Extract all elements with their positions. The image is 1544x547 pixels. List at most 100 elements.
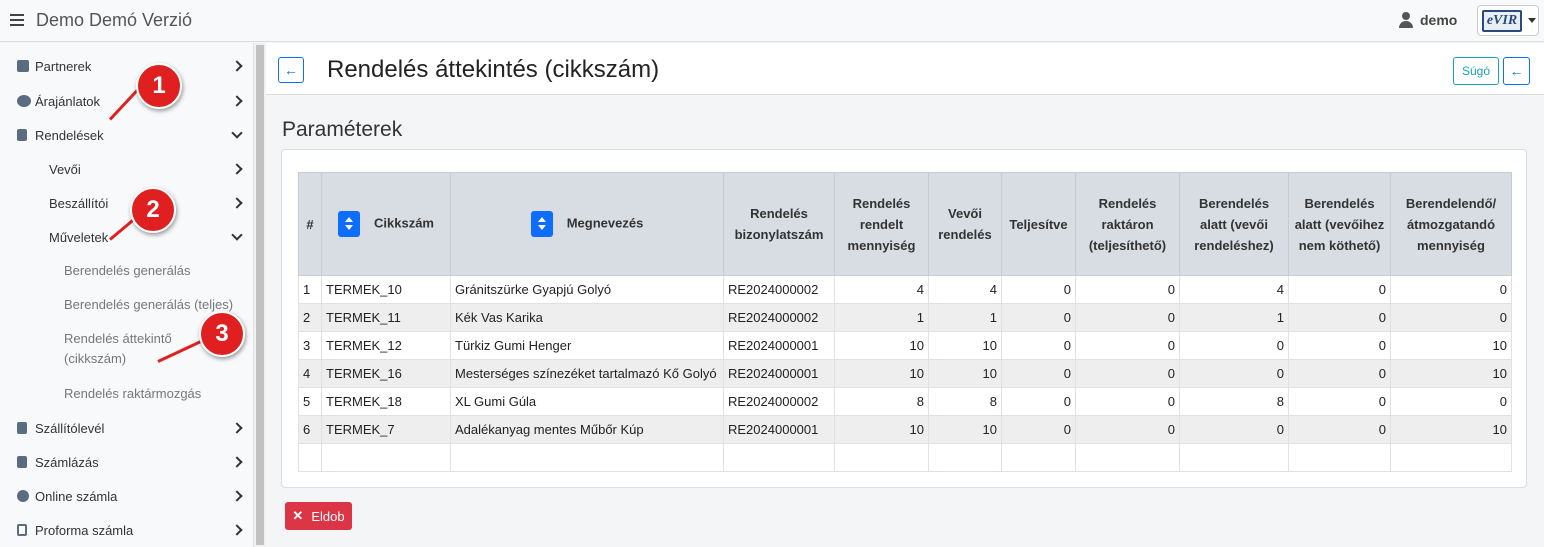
sidebar-item-online-szamla[interactable]: Online számla xyxy=(0,481,253,511)
logo-dropdown-button[interactable]: eVIR xyxy=(1477,5,1539,36)
cell-berendeles-vevoi: 0 xyxy=(1179,331,1289,360)
cell-berendeles-nem-kotheto: 0 xyxy=(1288,303,1391,332)
sidebar-item-partnerek[interactable]: Partnerek xyxy=(0,51,253,81)
cell-cikkszam: TERMEK_18 xyxy=(321,387,451,416)
cell-berendeles-vevoi: 8 xyxy=(1179,387,1289,416)
back-button-right[interactable]: ← xyxy=(1503,57,1530,85)
cell-berendelendo: 0 xyxy=(1390,275,1512,304)
cell-vevoi-rendeles: 10 xyxy=(928,331,1002,360)
file-icon xyxy=(17,524,27,536)
cell-berendeles-nem-kotheto: 0 xyxy=(1288,275,1391,304)
cell-cikkszam: TERMEK_12 xyxy=(321,331,451,360)
cell-index: 6 xyxy=(298,415,322,444)
help-button[interactable]: Súgó xyxy=(1453,57,1499,85)
cell-berendelendo: 0 xyxy=(1390,387,1512,416)
cell-vevoi-rendeles: 1 xyxy=(928,303,1002,332)
cell-berendeles-nem-kotheto: 0 xyxy=(1288,415,1391,444)
cell-berendeles-nem-kotheto: 0 xyxy=(1288,331,1391,360)
cell-bizonylatszam: RE2024000001 xyxy=(723,415,835,444)
cell-megnevezes: Türkiz Gumi Henger xyxy=(450,331,724,360)
cell-rendelt-mennyiseg: 4 xyxy=(834,275,929,304)
cell-teljesitve: 0 xyxy=(1001,387,1076,416)
cell-bizonylatszam: RE2024000002 xyxy=(723,275,835,304)
table-header-row: # Cikkszám Megnevezés Rendelés bizonylat… xyxy=(298,172,1512,276)
cell-raktaron: 0 xyxy=(1075,303,1180,332)
chevron-right-icon xyxy=(231,524,243,536)
user-menu[interactable]: demo xyxy=(1398,11,1457,29)
section-title: Paraméterek xyxy=(282,118,403,141)
column-header-index: # xyxy=(298,172,322,276)
cell-berendeles-vevoi: 1 xyxy=(1179,303,1289,332)
table-row[interactable]: 4 TERMEK_16 Mesterséges színezéket tarta… xyxy=(298,359,1512,388)
sidebar-item-proforma-szamla[interactable]: Proforma számla xyxy=(0,515,253,545)
cell-cikkszam: TERMEK_7 xyxy=(321,415,451,444)
cell-rendelt-mennyiseg: 8 xyxy=(834,387,929,416)
table-row[interactable]: 1 TERMEK_10 Gránitszürke Gyapjú Golyó RE… xyxy=(298,275,1512,304)
column-header-megnevezes[interactable]: Megnevezés xyxy=(450,172,724,276)
sidebar-item-beszallitoi[interactable]: Beszállítói xyxy=(0,188,253,218)
column-header-cikkszam[interactable]: Cikkszám xyxy=(321,172,451,276)
top-bar: Demo Demó Verzió demo eVIR xyxy=(0,0,1544,42)
discard-button[interactable]: ✕ Eldob xyxy=(285,502,352,530)
cell-teljesitve: 0 xyxy=(1001,275,1076,304)
cell-empty xyxy=(450,443,724,472)
back-button[interactable]: ← xyxy=(278,57,304,83)
cell-megnevezes: XL Gumi Gúla xyxy=(450,387,724,416)
sidebar-item-label: Számlázás xyxy=(35,454,99,470)
cell-teljesitve: 0 xyxy=(1001,303,1076,332)
cell-empty xyxy=(298,443,322,472)
annotation-marker-1: 1 xyxy=(136,63,182,109)
cell-empty xyxy=(1390,443,1512,472)
sidebar-item-label: Rendelések xyxy=(35,127,104,143)
column-header-rendelt-mennyiseg: Rendelés rendelt mennyiség xyxy=(834,172,929,276)
sort-icon[interactable] xyxy=(338,211,360,237)
sidebar-item-szamlazas[interactable]: Számlázás xyxy=(0,447,253,477)
cell-empty xyxy=(321,443,451,472)
cell-berendeles-vevoi: 0 xyxy=(1179,415,1289,444)
sidebar-item-szallitolevel[interactable]: Szállítólevél xyxy=(0,413,253,443)
sidebar-item-berendeles-generalas[interactable]: Berendelés generálás xyxy=(0,256,253,286)
cell-berendelendo: 10 xyxy=(1390,359,1512,388)
sidebar-scrollbar-thumb[interactable] xyxy=(256,45,264,545)
cell-raktaron: 0 xyxy=(1075,387,1180,416)
cell-empty xyxy=(1179,443,1289,472)
cell-empty xyxy=(723,443,835,472)
sidebar-scrollbar[interactable] xyxy=(253,43,266,547)
sidebar-item-rendelesek[interactable]: Rendelések xyxy=(0,120,253,150)
hamburger-menu-icon[interactable] xyxy=(10,14,24,26)
table-row[interactable]: 3 TERMEK_12 Türkiz Gumi Henger RE2024000… xyxy=(298,331,1512,360)
cell-berendelendo: 0 xyxy=(1390,303,1512,332)
annotation-marker-2: 2 xyxy=(130,187,176,233)
cell-index: 5 xyxy=(298,387,322,416)
cell-empty xyxy=(834,443,929,472)
chevron-right-icon xyxy=(231,422,243,434)
cell-teljesitve: 0 xyxy=(1001,331,1076,360)
column-header-teljesitve: Teljesítve xyxy=(1001,172,1076,276)
cell-vevoi-rendeles: 10 xyxy=(928,415,1002,444)
cell-empty xyxy=(928,443,1002,472)
chevron-right-icon xyxy=(231,197,243,209)
cell-index: 3 xyxy=(298,331,322,360)
sidebar-item-label: Proforma számla xyxy=(35,522,134,538)
cell-index: 2 xyxy=(298,303,322,332)
sidebar-item-label: Műveletek xyxy=(49,229,109,245)
cell-raktaron: 0 xyxy=(1075,331,1180,360)
cell-berendeles-vevoi: 0 xyxy=(1179,359,1289,388)
cell-vevoi-rendeles: 4 xyxy=(928,275,1002,304)
column-header-vevoi-rendeles: Vevői rendelés xyxy=(928,172,1002,276)
column-header-raktaron: Rendelés raktáron (teljesíthető) xyxy=(1075,172,1180,276)
user-name: demo xyxy=(1420,12,1458,28)
cell-rendelt-mennyiseg: 10 xyxy=(834,415,929,444)
table-row[interactable]: 6 TERMEK_7 Adalékanyag mentes Műbőr Kúp … xyxy=(298,415,1512,444)
sort-icon[interactable] xyxy=(530,211,553,237)
sidebar-item-vevoi[interactable]: Vevői xyxy=(0,154,253,184)
column-header-label: Cikkszám xyxy=(374,215,434,231)
column-header-label: Megnevezés xyxy=(566,215,644,231)
page-header: ← Rendelés áttekintés (cikkszám) Súgó ← xyxy=(266,43,1544,95)
table-row-empty xyxy=(298,443,1512,472)
main-content: ← Rendelés áttekintés (cikkszám) Súgó ← … xyxy=(266,43,1544,547)
cell-megnevezes: Gránitszürke Gyapjú Golyó xyxy=(450,275,724,304)
sidebar-item-rendeles-raktarmozgas[interactable]: Rendelés raktármozgás xyxy=(0,379,253,409)
table-row[interactable]: 5 TERMEK_18 XL Gumi Gúla RE2024000002 8 … xyxy=(298,387,1512,416)
table-row[interactable]: 2 TERMEK_11 Kék Vas Karika RE2024000002 … xyxy=(298,303,1512,332)
